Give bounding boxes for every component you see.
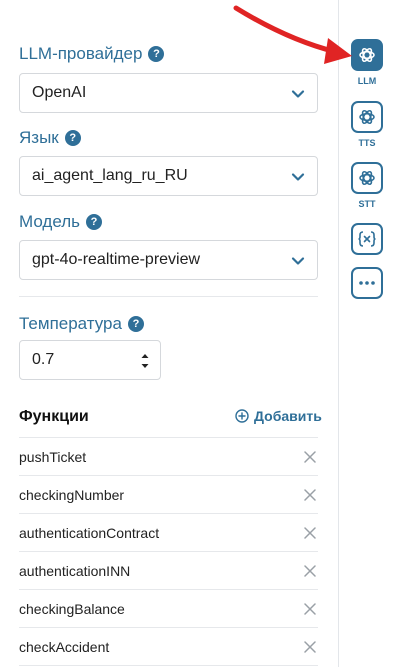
- function-name: authenticationINN: [19, 562, 131, 579]
- language-value: ai_agent_lang_ru_RU: [32, 167, 188, 184]
- rail-button-llm[interactable]: [351, 39, 383, 71]
- model-label-row: Модель ?: [19, 212, 103, 232]
- language-label: Язык: [19, 128, 59, 147]
- function-row: authenticationContract: [19, 513, 318, 551]
- rail-caption-tts: TTS: [358, 138, 376, 148]
- close-icon[interactable]: [304, 451, 316, 463]
- list-bottom-divider: [19, 665, 318, 666]
- chevron-down-icon: [291, 90, 305, 98]
- llm-provider-label: LLM-провайдер: [19, 44, 143, 63]
- settings-panel: LLM-провайдер ? OpenAI Язык ? ai_agent_l…: [0, 0, 338, 667]
- temperature-value: 0.7: [32, 351, 55, 368]
- function-name: pushTicket: [19, 448, 87, 465]
- temperature-input[interactable]: 0.7: [19, 340, 161, 380]
- chevron-down-icon: [291, 257, 305, 265]
- llm-provider-label-row: LLM-провайдер ?: [19, 44, 165, 64]
- model-select[interactable]: gpt-4o-realtime-preview: [19, 240, 318, 280]
- temperature-label-row: Температура ?: [19, 314, 144, 334]
- add-function-button[interactable]: Добавить: [235, 408, 322, 424]
- language-help-icon[interactable]: ?: [64, 130, 81, 146]
- rail-button-more[interactable]: [351, 267, 383, 299]
- function-row: checkingNumber: [19, 475, 318, 513]
- llm-provider-select[interactable]: OpenAI: [19, 73, 318, 113]
- chevron-down-icon: [291, 173, 305, 181]
- language-label-row: Язык ?: [19, 128, 81, 148]
- temperature-help-icon[interactable]: ?: [127, 316, 144, 332]
- function-name: checkAccident: [19, 638, 110, 655]
- model-help-icon[interactable]: ?: [86, 214, 103, 230]
- add-function-label: Добавить: [254, 408, 322, 424]
- rail-caption-llm: LLM: [357, 76, 377, 86]
- openai-icon: [359, 109, 375, 125]
- function-name: checkingBalance: [19, 600, 125, 617]
- function-name: checkingNumber: [19, 486, 125, 503]
- function-name: authenticationContract: [19, 524, 160, 541]
- openai-icon: [359, 47, 375, 63]
- section-divider: [19, 296, 318, 297]
- close-icon[interactable]: [304, 565, 316, 577]
- model-value: gpt-4o-realtime-preview: [32, 251, 201, 268]
- functions-title: Функции: [19, 408, 89, 425]
- function-row: checkAccident: [19, 627, 318, 665]
- stepper-icon[interactable]: [140, 349, 150, 373]
- right-rail: LLM TTS STT: [338, 0, 394, 667]
- model-label: Модель: [19, 212, 81, 231]
- temperature-label: Температура: [19, 314, 122, 333]
- llm-provider-value: OpenAI: [32, 84, 87, 101]
- variable-icon: [358, 231, 376, 247]
- more-icon: [359, 281, 375, 285]
- llm-provider-help-icon[interactable]: ?: [148, 46, 165, 62]
- openai-icon: [359, 170, 375, 186]
- rail-button-stt[interactable]: [351, 162, 383, 194]
- function-row: checkingBalance: [19, 589, 318, 627]
- rail-caption-stt: STT: [358, 199, 376, 209]
- plus-circle-icon: [235, 409, 249, 423]
- close-icon[interactable]: [304, 489, 316, 501]
- close-icon[interactable]: [304, 603, 316, 615]
- rail-button-tts[interactable]: [351, 101, 383, 133]
- rail-button-variables[interactable]: [351, 223, 383, 255]
- close-icon[interactable]: [304, 527, 316, 539]
- language-select[interactable]: ai_agent_lang_ru_RU: [19, 156, 318, 196]
- close-icon[interactable]: [304, 641, 316, 653]
- function-row: authenticationINN: [19, 551, 318, 589]
- function-row: pushTicket: [19, 437, 318, 475]
